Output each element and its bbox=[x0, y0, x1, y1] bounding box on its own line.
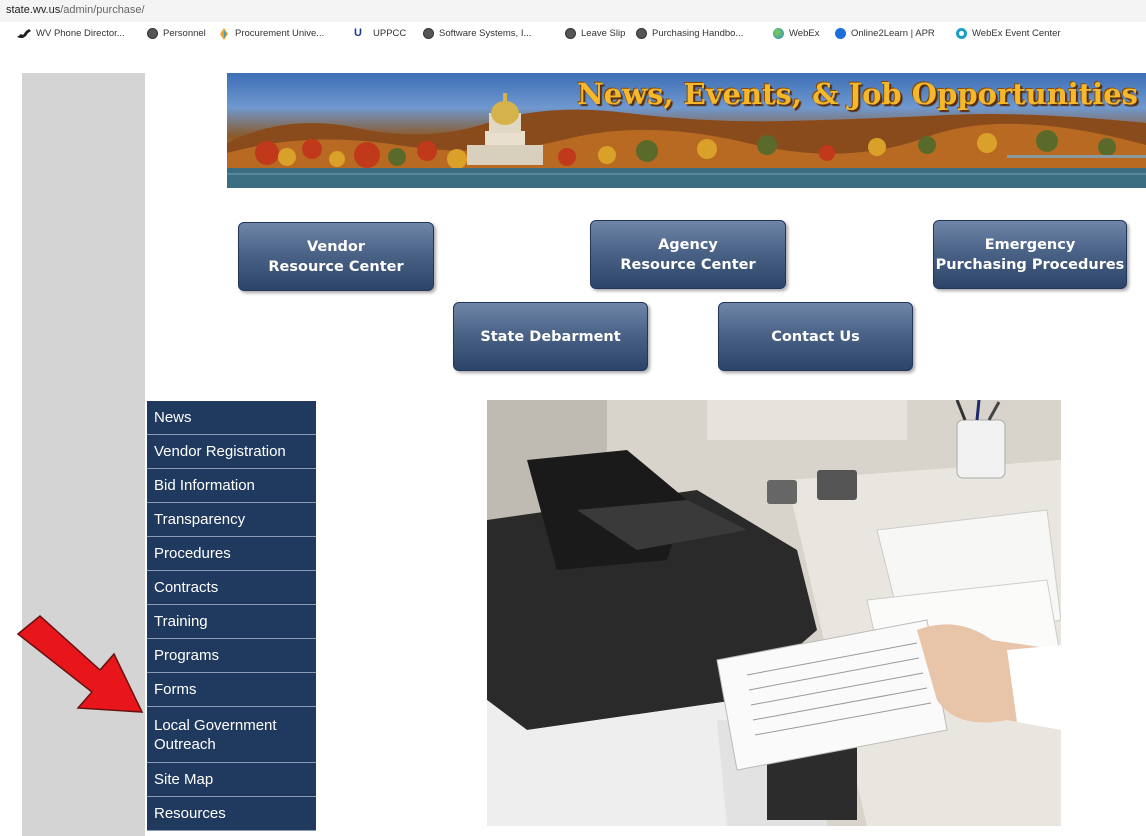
red-arrow-annotation-icon bbox=[16, 615, 144, 713]
online2learn-icon bbox=[835, 28, 846, 39]
sidebar-item-news[interactable]: News bbox=[147, 401, 316, 435]
bookmark-procurement-university[interactable]: Procurement Unive... bbox=[219, 28, 324, 40]
webex-icon bbox=[956, 28, 967, 39]
bookmark-personnel[interactable]: Personnel bbox=[147, 28, 206, 39]
header-banner: News, Events, & Job Opportunities bbox=[227, 73, 1146, 188]
globe-icon bbox=[423, 28, 434, 39]
sidebar-item-bid-information[interactable]: Bid Information bbox=[147, 469, 316, 503]
sidebar-menu: News Vendor Registration Bid Information… bbox=[147, 401, 316, 831]
bookmark-leave-slip[interactable]: Leave Slip bbox=[565, 28, 625, 39]
sidebar-item-site-map[interactable]: Site Map bbox=[147, 763, 316, 797]
scanner-photo bbox=[487, 400, 1061, 826]
state-debarment-button[interactable]: State Debarment bbox=[453, 302, 648, 371]
bookmark-webex-event-center[interactable]: WebEx Event Center bbox=[956, 28, 1061, 39]
sidebar-item-procedures[interactable]: Procedures bbox=[147, 537, 316, 571]
bookmark-online2learn[interactable]: Online2Learn | APR bbox=[835, 28, 935, 39]
globe-icon bbox=[565, 28, 576, 39]
bookmark-webex[interactable]: WebEx bbox=[773, 28, 819, 39]
bookmark-software-systems[interactable]: Software Systems, I... bbox=[423, 28, 531, 39]
sidebar-item-training[interactable]: Training bbox=[147, 605, 316, 639]
banner-title: News, Events, & Job Opportunities bbox=[577, 77, 1138, 111]
sidebar-item-contracts[interactable]: Contracts bbox=[147, 571, 316, 605]
uppcc-icon: U bbox=[354, 27, 362, 39]
wv-state-icon bbox=[17, 28, 31, 39]
sidebar-item-transparency[interactable]: Transparency bbox=[147, 503, 316, 537]
sidebar-item-resources[interactable]: Resources bbox=[147, 797, 316, 831]
agency-resource-center-button[interactable]: Agency Resource Center bbox=[590, 220, 786, 289]
sidebar-item-local-government-outreach[interactable]: Local Government Outreach bbox=[147, 707, 316, 763]
webex-icon bbox=[773, 28, 784, 39]
sidebar-item-vendor-registration[interactable]: Vendor Registration bbox=[147, 435, 316, 469]
sidebar-item-forms[interactable]: Forms bbox=[147, 673, 316, 707]
procurement-icon bbox=[219, 28, 230, 40]
url-text[interactable]: state.wv.us/admin/purchase/ bbox=[6, 4, 145, 16]
globe-icon bbox=[147, 28, 158, 39]
globe-icon bbox=[636, 28, 647, 39]
left-margin-strip bbox=[22, 73, 145, 836]
sidebar-item-programs[interactable]: Programs bbox=[147, 639, 316, 673]
address-bar[interactable]: state.wv.us/admin/purchase/ bbox=[0, 0, 1146, 22]
bookmark-uppcc[interactable]: U UPPCC bbox=[354, 27, 406, 40]
bookmark-wv-phone-directory[interactable]: WV Phone Director... bbox=[17, 28, 125, 39]
emergency-purchasing-procedures-button[interactable]: Emergency Purchasing Procedures bbox=[933, 220, 1127, 289]
bookmark-purchasing-handbook[interactable]: Purchasing Handbo... bbox=[636, 28, 743, 39]
vendor-resource-center-button[interactable]: Vendor Resource Center bbox=[238, 222, 434, 291]
contact-us-button[interactable]: Contact Us bbox=[718, 302, 913, 371]
bookmarks-bar: WV Phone Director... Personnel Procureme… bbox=[0, 22, 1146, 46]
